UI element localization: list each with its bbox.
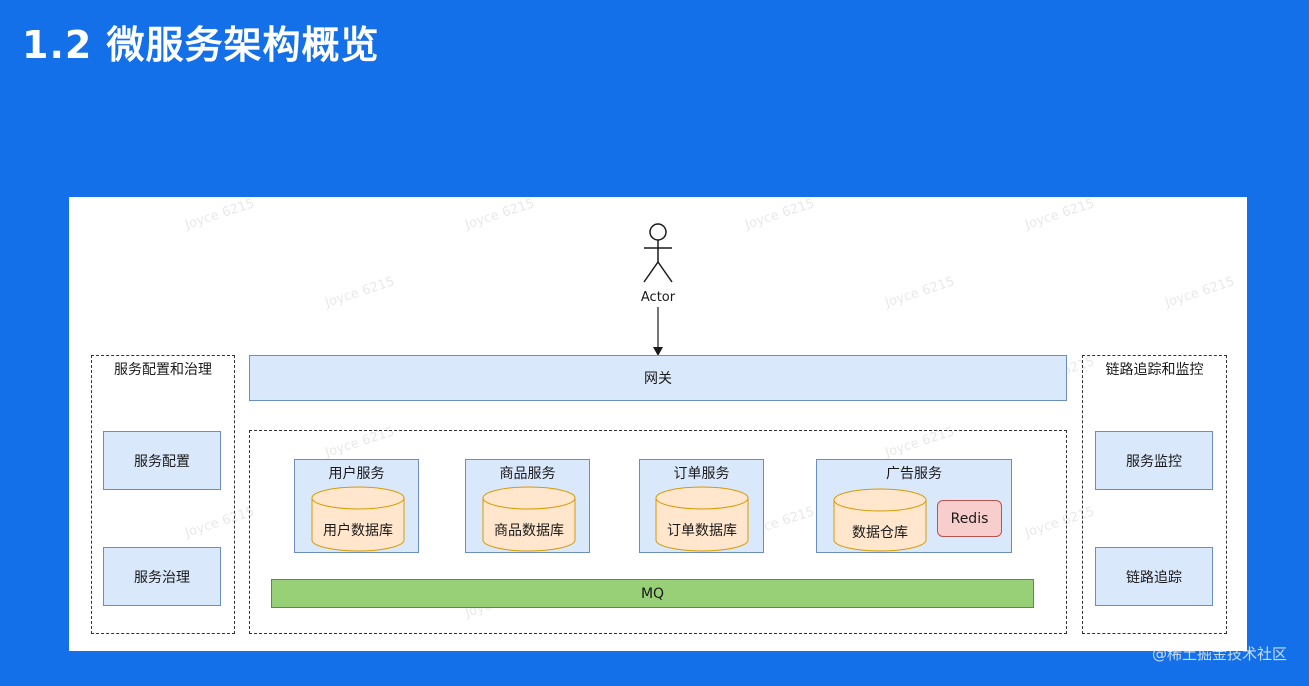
database-icon <box>833 488 927 552</box>
redis-box: Redis <box>937 500 1002 537</box>
service-config-label: 服务配置 <box>134 453 190 470</box>
tracing-monitoring-title: 链路追踪和监控 <box>1105 362 1204 378</box>
user-db: 用户数据库 <box>311 486 405 552</box>
arrow-to-gateway <box>653 307 663 356</box>
diagram-canvas: Joyce 6215 Joyce 6215 Joyce 6215 Joyce 6… <box>69 196 1247 651</box>
product-db: 商品数据库 <box>482 486 576 552</box>
order-db: 订单数据库 <box>655 486 749 552</box>
user-db-label: 用户数据库 <box>323 523 393 539</box>
service-governance-box: 服务治理 <box>103 547 221 606</box>
database-icon <box>482 486 576 552</box>
link-tracing-box: 链路追踪 <box>1095 547 1213 606</box>
gateway-box: 网关 <box>249 355 1067 401</box>
watermark: Joyce 6215 <box>883 274 957 311</box>
ad-service-box: 广告服务 数据仓库 Redis <box>816 459 1012 553</box>
actor-icon <box>643 223 673 283</box>
watermark: Joyce 6215 <box>743 196 817 233</box>
order-service-title: 订单服务 <box>673 466 730 482</box>
actor-label: Actor <box>640 290 676 305</box>
config-governance-title: 服务配置和治理 <box>114 362 212 378</box>
gateway-label: 网关 <box>644 371 672 387</box>
database-icon <box>311 486 405 552</box>
order-service-box: 订单服务 订单数据库 <box>639 459 764 553</box>
redis-label: Redis <box>950 510 989 527</box>
product-service-title: 商品服务 <box>499 466 556 482</box>
data-warehouse-db: 数据仓库 <box>833 488 927 552</box>
data-warehouse-label: 数据仓库 <box>852 525 908 541</box>
product-service-box: 商品服务 商品数据库 <box>465 459 590 553</box>
service-config-box: 服务配置 <box>103 431 221 490</box>
user-service-title: 用户服务 <box>328 466 385 482</box>
service-monitor-box: 服务监控 <box>1095 431 1213 490</box>
watermark: Joyce 6215 <box>1023 196 1097 233</box>
product-db-label: 商品数据库 <box>494 523 564 539</box>
link-tracing-label: 链路追踪 <box>1126 569 1182 586</box>
service-monitor-label: 服务监控 <box>1126 453 1182 470</box>
mq-bar: MQ <box>271 579 1034 608</box>
order-db-label: 订单数据库 <box>667 523 737 539</box>
slide-title: 1.2 微服务架构概览 <box>22 23 380 67</box>
watermark: Joyce 6215 <box>463 196 537 233</box>
footer-watermark: @稀土掘金技术社区 <box>1151 645 1287 663</box>
watermark: Joyce 6215 <box>183 196 257 233</box>
watermark: Joyce 6215 <box>323 274 397 311</box>
service-governance-label: 服务治理 <box>134 569 190 586</box>
database-icon <box>655 486 749 552</box>
config-governance-panel: 服务配置和治理 服务配置 服务治理 <box>91 355 235 634</box>
watermark: Joyce 6215 <box>1163 274 1237 311</box>
tracing-monitoring-panel: 链路追踪和监控 服务监控 链路追踪 <box>1082 355 1227 634</box>
user-service-box: 用户服务 用户数据库 <box>294 459 419 553</box>
ad-service-title: 广告服务 <box>886 466 942 482</box>
mq-label: MQ <box>640 585 665 602</box>
